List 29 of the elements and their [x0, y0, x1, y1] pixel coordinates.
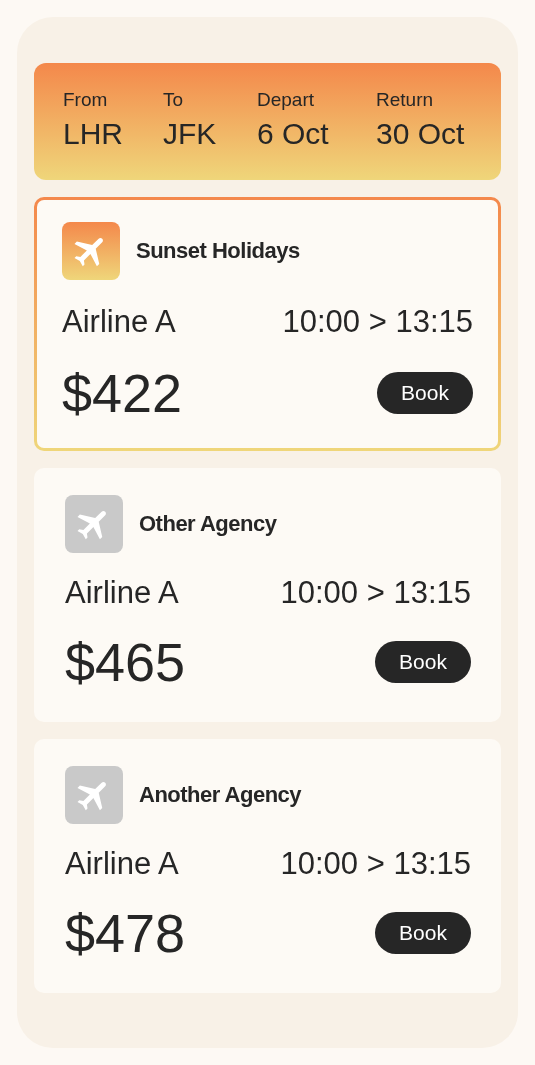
airplane-icon [65, 495, 123, 553]
flight-times: 10:00 > 13:15 [280, 846, 471, 882]
airplane-icon [65, 766, 123, 824]
price: $422 [62, 364, 183, 422]
field-value: JFK [163, 117, 218, 151]
field-value: LHR [63, 117, 124, 151]
field-label: Depart [257, 89, 316, 111]
field-label: To [163, 89, 185, 111]
book-button[interactable]: Book [375, 912, 471, 954]
agency-name: Other Agency [139, 511, 277, 537]
offer-card[interactable]: Sunset Holidays Airline A 10:00 > 13:15 $422 Book [34, 197, 501, 451]
agency-name: Sunset Holidays [136, 238, 300, 264]
book-button[interactable]: Book [375, 641, 471, 683]
field-value: 6 Oct [257, 117, 330, 151]
airline-name: Airline A [62, 304, 176, 340]
price: $465 [65, 633, 186, 691]
airline-name: Airline A [65, 846, 179, 882]
field-value: 30 Oct [376, 117, 465, 151]
offer-card[interactable]: Another Agency Airline A 10:00 > 13:15 $478 Book [34, 739, 501, 993]
flight-times: 10:00 > 13:15 [282, 304, 473, 340]
airplane-icon [62, 222, 120, 280]
field-label: From [63, 89, 109, 111]
agency-name: Another Agency [139, 782, 302, 808]
price: $478 [65, 904, 186, 962]
field-label: Return [376, 89, 435, 111]
flight-times: 10:00 > 13:15 [280, 575, 471, 611]
offer-card[interactable]: Other Agency Airline A 10:00 > 13:15 $465 Book [34, 468, 501, 722]
book-button[interactable]: Book [377, 372, 473, 414]
airline-name: Airline A [65, 575, 179, 611]
